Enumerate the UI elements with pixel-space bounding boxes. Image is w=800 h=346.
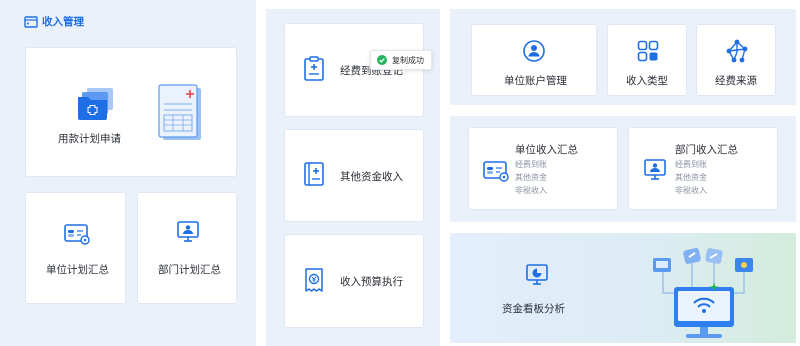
card-unit-summary-title: 单位收入汇总 [515,144,578,156]
list-item: 经费到账 [515,160,547,169]
check-circle-icon [377,55,387,65]
card-unit-plan-label: 单位计划汇总 [46,264,109,276]
income-module-icon [24,14,38,33]
card-dept-summary-title: 部门收入汇总 [675,144,738,156]
grid-apps-icon [637,40,659,66]
card-apply-label: 用款计划申请 [58,133,121,145]
section-title: 收入管理 [42,16,84,28]
monitor-user-icon [643,158,667,186]
document-illustration-icon [157,84,203,146]
sparkle-icon [709,277,719,296]
card-apply[interactable]: 用款计划申请 [25,47,237,177]
monitor-user-icon [176,220,200,248]
card-dept-plan-label: 部门计划汇总 [158,264,221,276]
card-fee-register[interactable]: 经费到账登记 [284,23,424,117]
card-budget-exec-label: 收入预算执行 [340,276,403,288]
card-income-type[interactable]: 收入类型 [607,24,687,96]
list-item: 其他资金 [675,173,707,182]
receipt-money-icon [303,267,325,297]
network-node-icon [725,39,749,67]
id-card-icon [483,160,509,186]
network-monitor-illustration-icon [650,243,760,345]
card-other-income[interactable]: 其他资金收入 [284,129,424,222]
card-unit-summary[interactable]: 单位收入汇总 经费到账 其他资金 非税收入 [468,127,618,210]
card-fund-source-label: 经费来源 [715,75,757,87]
ledger-book-icon [303,161,325,191]
card-dashboard[interactable]: 资金看板分析 [450,233,796,343]
id-card-icon [64,223,90,249]
clipboard-plus-icon [303,56,325,86]
user-circle-icon [522,39,546,67]
card-income-type-label: 收入类型 [626,75,668,87]
card-other-income-label: 其他资金收入 [340,171,403,183]
toast-text: 复制成功 [392,55,424,65]
card-dept-summary[interactable]: 部门收入汇总 经费到账 其他资金 非税收入 [628,127,778,210]
chart-monitor-icon [525,263,549,291]
card-unit-plan[interactable]: 单位计划汇总 [25,192,126,304]
list-item: 非税收入 [515,186,547,195]
card-unit-account[interactable]: 单位账户管理 [471,24,597,96]
card-dashboard-label: 资金看板分析 [502,303,565,315]
card-unit-account-label: 单位账户管理 [504,75,567,87]
list-item: 非税收入 [675,186,707,195]
card-budget-exec[interactable]: 收入预算执行 [284,234,424,328]
card-dept-plan[interactable]: 部门计划汇总 [137,192,237,304]
folder-add-icon [77,86,115,124]
list-item: 经费到账 [675,160,707,169]
card-fund-source[interactable]: 经费来源 [696,24,776,96]
copy-success-toast: 复制成功 [370,50,432,70]
list-item: 其他资金 [515,173,547,182]
